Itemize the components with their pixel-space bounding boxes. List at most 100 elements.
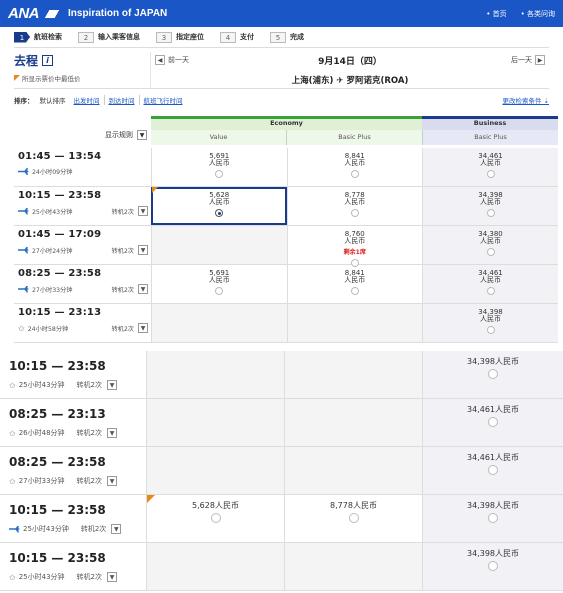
next-day-button[interactable]: 后一天 ▶ — [511, 55, 545, 65]
fare-radio[interactable] — [350, 287, 359, 295]
fare-radio[interactable] — [488, 561, 498, 571]
fare-currency: 人民币 — [208, 159, 230, 167]
fare-cell[interactable]: 8,760 人民币 剩余1席 — [286, 226, 423, 267]
flight-time[interactable]: 08:25 — 23:58 — [9, 455, 146, 469]
flight-time[interactable]: 01:45 — 13:54 — [18, 151, 148, 162]
chevron-down-icon[interactable]: ▼ — [138, 206, 148, 216]
fare-radio[interactable] — [215, 287, 224, 295]
fare-radio[interactable] — [215, 209, 224, 217]
flight-duration: 26小时48分钟 — [18, 429, 65, 437]
trip-header: 去程 i 所显示票价中最低价 ◀ 前一天 9月14日（四） 后一天 ▶ 上海(浦东) … — [0, 48, 563, 88]
fare-radio[interactable] — [486, 287, 495, 295]
fare-cell[interactable]: 8,841 人民币 — [286, 148, 423, 186]
fare-currency: 人民币 — [344, 159, 366, 167]
fare-cell[interactable]: 5,691 人民币 — [151, 265, 287, 303]
chevron-down-icon[interactable]: ▼ — [107, 572, 117, 582]
flight-info: 10:15 — 23:58 ✩ 25小时43分钟 转机2次 ▼ — [0, 351, 146, 398]
flight-time[interactable]: 08:25 — 23:58 — [18, 268, 148, 279]
fare-radio[interactable] — [488, 465, 498, 475]
fare-cell[interactable]: 5,628人民币 — [146, 495, 284, 542]
fare-currency: 人民币 — [495, 453, 519, 462]
flight-info: 08:25 — 23:58 ✩ 27小时33分钟 转机2次 ▼ — [0, 447, 146, 494]
chevron-down-icon[interactable]: ▼ — [111, 524, 122, 534]
display-rule[interactable]: 显示规则 ▼ — [14, 116, 151, 148]
home-link[interactable]: • 首页 — [486, 9, 506, 19]
fare-radio[interactable] — [486, 248, 495, 256]
fare-biz-basic: Basic Plus — [422, 130, 558, 145]
sort-arrival[interactable]: 到达时间 — [103, 95, 135, 105]
fare-radio[interactable] — [486, 209, 495, 217]
chevron-down-icon[interactable]: ▼ — [107, 476, 117, 486]
fare-radio[interactable] — [215, 170, 224, 178]
fare-radio[interactable] — [488, 417, 498, 427]
flight-time[interactable]: 10:15 — 23:58 — [9, 359, 146, 373]
fare-cell — [146, 351, 284, 398]
ana-plane-icon — [18, 168, 29, 175]
fare-cell[interactable]: 34,398人民币 — [422, 304, 558, 342]
ana-plane-icon — [18, 285, 29, 293]
fare-cell[interactable]: 34,461人民币 — [422, 148, 558, 186]
flight-row: 10:15 — 23:58 ✩ 25小时43分钟 转机2次 ▼ 34,398人民币 — [0, 543, 563, 591]
fare-cell — [146, 399, 284, 446]
chevron-left-icon: ◀ — [155, 55, 165, 65]
ana-plane-icon — [18, 207, 29, 215]
fare-price: 34,398 — [467, 549, 495, 558]
flight-row: 08:25 — 23:58 ✩ 27小时33分钟 转机2次 ▼ 34,461人民币 — [0, 447, 563, 495]
ana-logo[interactable]: ANA — [8, 5, 62, 22]
fare-cell[interactable]: 8,778人民币 — [284, 495, 422, 542]
chevron-down-icon[interactable]: ▼ — [138, 323, 148, 333]
chevron-down-icon[interactable]: ▼ — [138, 245, 148, 255]
fare-cell[interactable]: 34,461人民币 — [422, 265, 558, 303]
fare-cell[interactable]: 34,380 人民币 — [422, 226, 558, 264]
flight-row: 10:15 — 23:5825小时43分钟转机2次▼5,628人民币8,778人… — [0, 495, 563, 543]
sort-departure[interactable]: 出发时间 — [74, 95, 100, 105]
flight-info: 10:15 — 23:58 ✩ 25小时43分钟 转机2次 ▼ — [0, 543, 146, 590]
fare-cell[interactable]: 34,461人民币 — [422, 447, 563, 494]
lowest-fare-legend: 所显示票价中最低价 — [14, 73, 150, 83]
fare-cell[interactable]: 34,398人民币 — [422, 351, 563, 398]
flight-time[interactable]: 10:15 — 23:58 — [18, 190, 148, 201]
fare-cell[interactable]: 34,398人民币 — [422, 543, 563, 590]
lowest-fare-marker-icon — [152, 187, 158, 193]
flight-list-expanded: 10:15 — 23:58 ✩ 25小时43分钟 转机2次 ▼ 34,398人民币 08:2… — [0, 351, 563, 591]
fare-radio[interactable] — [348, 513, 359, 523]
fare-currency: 人民币 — [352, 501, 377, 510]
inquiry-link[interactable]: • 各类问询 — [521, 9, 555, 19]
chevron-down-icon[interactable]: ▼ — [107, 380, 117, 390]
fare-cell[interactable]: 34,398人民币 — [422, 187, 558, 225]
fare-radio[interactable] — [488, 369, 498, 379]
change-search-link[interactable]: 更改检索条件 ⇣ — [502, 95, 549, 105]
flight-time[interactable]: 10:15 — 23:58 — [9, 503, 146, 517]
flight-time[interactable]: 10:15 — 23:58 — [9, 551, 146, 565]
chevron-down-icon: ▼ — [137, 130, 147, 140]
fare-cell[interactable]: 5,628人民币 — [151, 187, 287, 225]
flight-info: 08:25 — 23:58 27小时33分钟 转机2次 ▼ — [14, 265, 151, 303]
fare-cell[interactable]: 5,691 人民币 — [151, 148, 287, 186]
fare-cell[interactable]: 34,398人民币 — [422, 495, 563, 542]
flight-duration: 27小时33分钟 — [32, 286, 73, 294]
flight-time[interactable]: 08:25 — 23:13 — [9, 407, 146, 421]
step-passenger: 2 输入乘客信息 — [78, 31, 140, 43]
chevron-down-icon[interactable]: ▼ — [107, 428, 117, 438]
help-icon[interactable]: i — [42, 55, 54, 66]
fare-radio[interactable] — [350, 209, 359, 217]
fare-cell[interactable]: 8,778人民币 — [286, 187, 423, 225]
stops-count: 转机2次 — [76, 429, 102, 437]
stops-count: 转机2次 — [76, 573, 102, 581]
stops-count: 转机2次 — [76, 477, 102, 485]
fare-cell[interactable]: 8,841 人民币 — [286, 265, 423, 303]
flight-time[interactable]: 10:15 — 23:13 — [18, 307, 148, 318]
fare-radio[interactable] — [488, 513, 498, 523]
fare-radio[interactable] — [486, 326, 495, 334]
fare-radio[interactable] — [350, 170, 359, 178]
sort-duration[interactable]: 航班飞行时间 — [138, 95, 183, 105]
prev-day-button[interactable]: ◀ 前一天 — [155, 55, 189, 65]
fare-cell — [284, 351, 422, 398]
fare-cell — [151, 304, 287, 342]
fare-radio[interactable] — [210, 513, 221, 523]
stops-count: 转机2次 — [111, 247, 135, 255]
fare-radio[interactable] — [486, 170, 495, 178]
fare-cell[interactable]: 34,461人民币 — [422, 399, 563, 446]
flight-time[interactable]: 01:45 — 17:09 — [18, 229, 148, 240]
chevron-down-icon[interactable]: ▼ — [138, 284, 148, 294]
